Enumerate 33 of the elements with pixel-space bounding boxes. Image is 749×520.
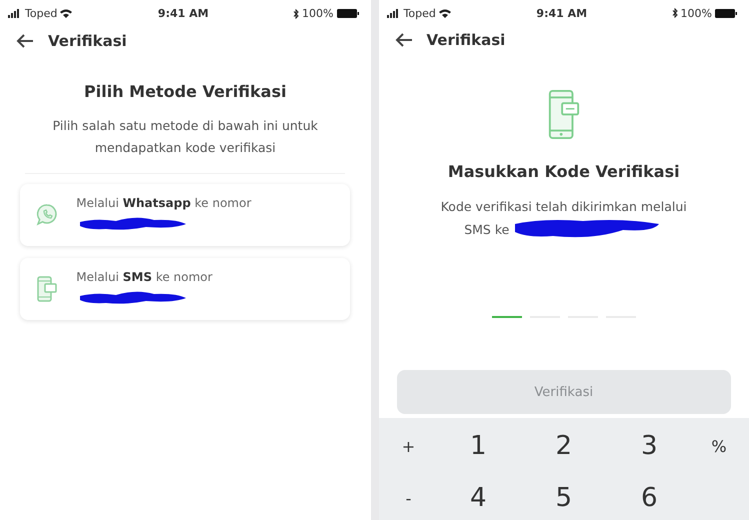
battery-percentage: 100% xyxy=(302,7,334,20)
battery-percentage: 100% xyxy=(680,6,712,20)
page-heading: Masukkan Kode Verifikasi xyxy=(448,162,680,181)
battery-icon xyxy=(336,9,358,18)
phone-message-icon xyxy=(546,89,581,140)
phone-message-icon xyxy=(36,276,58,302)
status-time: 9:41 AM xyxy=(536,6,588,20)
method-label: Melalui Whatsapp ke nomor xyxy=(76,196,252,210)
description-text: SMS ke xyxy=(464,222,510,236)
wifi-icon xyxy=(438,8,451,18)
keypad-key[interactable]: + xyxy=(386,424,430,468)
header-title: Verifikasi xyxy=(426,31,506,50)
carrier-name: Toped xyxy=(25,7,58,20)
wifi-icon xyxy=(60,9,72,18)
keypad-key[interactable]: - xyxy=(386,476,430,520)
back-arrow-icon[interactable] xyxy=(16,34,34,48)
chat-bubble-icon xyxy=(36,203,58,227)
keypad-key[interactable]: % xyxy=(697,424,741,468)
method-card[interactable]: Melalui Whatsapp ke nomor xyxy=(20,184,350,246)
signal-icon xyxy=(8,9,22,18)
bluetooth-icon xyxy=(293,8,300,18)
signal-icon xyxy=(386,8,400,18)
description-text: Pilih salah satu metode di bawah ini untuk mendapatkan kode verifikasi xyxy=(52,117,319,157)
status-time: 9:41 AM xyxy=(158,7,209,20)
carrier-name: Toped xyxy=(404,6,436,20)
page-heading: Pilih Metode Verifikasi xyxy=(84,82,286,101)
bluetooth-icon xyxy=(672,8,678,18)
back-arrow-icon[interactable] xyxy=(394,33,412,48)
header-title: Verifikasi xyxy=(48,32,127,50)
method-card[interactable]: Melalui SMS ke nomor xyxy=(20,258,350,320)
battery-icon xyxy=(715,8,737,18)
method-label: Melalui SMS ke nomor xyxy=(76,270,212,284)
description-text: Kode verifikasi telah dikirimkan melalui xyxy=(440,199,687,214)
